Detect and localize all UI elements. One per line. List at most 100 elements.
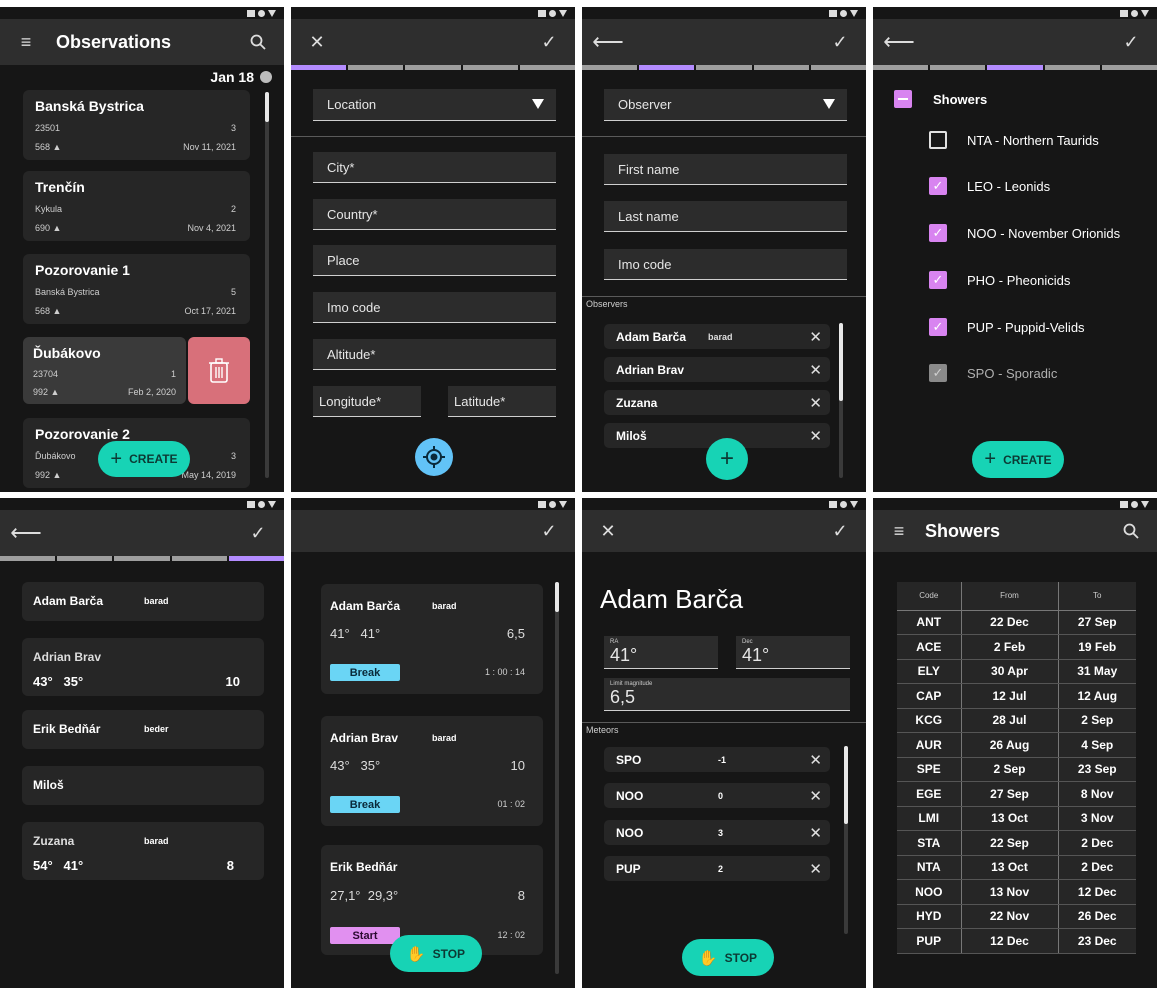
observer-name: Miloš [33,778,64,792]
dec-field[interactable]: Dec 41° [736,636,850,669]
list-item[interactable]: Trenčín Kykula 2 690 ▲ Nov 4, 2021 [23,171,250,241]
table-row[interactable]: ANT 22 Dec 27 Sep [897,610,1136,635]
back-arrow-icon[interactable]: ⟵ [10,520,42,545]
ra-field[interactable]: RA 41° [604,636,718,669]
close-icon[interactable]: ✕ [596,519,620,543]
gps-locate-button[interactable] [415,438,453,476]
scrollbar[interactable] [555,582,559,974]
check-icon[interactable]: ✓ [1119,30,1143,54]
place-field[interactable]: Place [313,245,556,276]
observer-card[interactable]: Zuzana barad 54° 41° 8 [22,822,264,880]
observer-card[interactable]: Miloš [22,766,264,805]
list-item[interactable]: Pozorovanie 1 Banská Bystrica 5 568 ▲ Oc… [23,254,250,324]
check-icon[interactable]: ✓ [828,30,852,54]
latitude-field[interactable]: Latitude* [448,386,556,417]
scrollbar[interactable] [844,746,848,934]
limit-magnitude-field[interactable]: Limit magnitude 6,5 [604,678,850,711]
table-row[interactable]: CAP 12 Jul 12 Aug [897,683,1136,709]
shower-checkbox[interactable]: ✓ [929,318,947,336]
scrollbar[interactable] [265,92,269,478]
create-button[interactable]: + CREATE [972,441,1064,478]
altitude-field[interactable]: Altitude* [313,339,556,370]
meteor-row[interactable]: PUP 2 ✕ [604,856,830,881]
break-button[interactable]: Break [330,796,400,813]
stop-button[interactable]: ✋ STOP [390,935,482,972]
mountain-icon: ▲ [52,470,62,480]
observer-row[interactable]: Adam Barča barad ✕ [604,324,830,349]
table-row[interactable]: PUP 12 Dec 23 Dec [897,928,1136,954]
remove-icon[interactable]: ✕ [809,787,822,805]
remove-icon[interactable]: ✕ [809,824,822,842]
meteor-row[interactable]: NOO 3 ✕ [604,820,830,845]
location-dropdown[interactable]: Location [313,89,556,121]
table-row[interactable]: SPE 2 Sep 23 Sep [897,757,1136,782]
table-row[interactable]: LMI 13 Oct 3 Nov [897,806,1136,831]
table-row[interactable]: EGE 27 Sep 8 Nov [897,781,1136,807]
meteor-row[interactable]: SPO -1 ✕ [604,747,830,772]
search-icon[interactable] [246,30,270,54]
showers-group-checkbox[interactable] [894,90,912,108]
table-row[interactable]: NTA 13 Oct 2 Dec [897,855,1136,880]
menu-icon[interactable]: ≡ [14,30,38,54]
check-icon[interactable]: ✓ [537,30,561,54]
observer-card[interactable]: Adam Barča barad [22,582,264,621]
menu-icon[interactable]: ≡ [887,519,911,543]
city-field[interactable]: City* [313,152,556,183]
scrollbar[interactable] [839,323,843,478]
shower-checkbox[interactable]: ✓ [929,177,947,195]
table-row[interactable]: STA 22 Sep 2 Dec [897,830,1136,856]
cell-code: HYD [897,904,962,929]
timer-value: 01 : 02 [497,799,525,809]
list-item[interactable]: Banská Bystrica 23501 3 568 ▲ Nov 11, 20… [23,90,250,160]
back-arrow-icon[interactable]: ⟵ [592,29,624,54]
first-name-field[interactable]: First name [604,154,847,185]
add-observer-button[interactable]: + [706,438,748,480]
shower-checkbox[interactable]: ✓ [929,271,947,289]
observer-value: 10 [510,758,525,773]
remove-icon[interactable]: ✕ [809,361,822,379]
create-button[interactable]: + CREATE [98,441,190,477]
item-date: May 14, 2019 [181,470,236,480]
remove-icon[interactable]: ✕ [809,751,822,769]
imo-code-field[interactable]: Imo code [604,249,847,280]
table-row[interactable]: ACE 2 Feb 19 Feb [897,634,1136,660]
longitude-field[interactable]: Longitude* [313,386,421,417]
shower-checkbox[interactable]: ✓ [929,224,947,242]
table-row[interactable]: HYD 22 Nov 26 Dec [897,904,1136,929]
delete-button[interactable] [188,337,250,404]
table-row[interactable]: KCG 28 Jul 2 Sep [897,708,1136,733]
last-name-field[interactable]: Last name [604,201,847,232]
observer-timer-card[interactable]: Adrian Brav barad 43° 35° 10 Break 01 : … [321,716,543,826]
hand-stop-icon: ✋ [698,949,718,967]
meteor-row[interactable]: NOO 0 ✕ [604,783,830,808]
observer-dropdown[interactable]: Observer [604,89,847,121]
search-icon[interactable] [1119,519,1143,543]
observer-card[interactable]: Erik Bedňár beder [22,710,264,749]
break-button[interactable]: Break [330,664,400,681]
table-row[interactable]: ELY 30 Apr 31 May [897,659,1136,684]
divider [582,296,866,297]
observer-timer-card[interactable]: Adam Barča barad 41° 41° 6,5 Break 1 : 0… [321,584,543,694]
list-item-swiped[interactable]: Ďubákovo 23704 1 992 ▲ Feb 2, 2020 [23,337,186,404]
remove-icon[interactable]: ✕ [809,860,822,878]
observer-card[interactable]: Adrian Brav 43° 35° 10 [22,638,264,696]
stop-button[interactable]: ✋ STOP [682,939,774,976]
start-button[interactable]: Start [330,927,400,944]
check-icon[interactable]: ✓ [828,519,852,543]
observer-row[interactable]: Zuzana ✕ [604,390,830,415]
table-row[interactable]: NOO 13 Nov 12 Dec [897,879,1136,905]
observer-row[interactable]: Adrian Brav ✕ [604,357,830,382]
check-icon[interactable]: ✓ [537,519,561,543]
table-row[interactable]: AUR 26 Aug 4 Sep [897,732,1136,758]
status-bar [582,7,866,19]
country-field[interactable]: Country* [313,199,556,230]
item-alt: 568 ▲ [35,306,61,316]
remove-icon[interactable]: ✕ [809,394,822,412]
check-icon[interactable]: ✓ [246,521,270,545]
remove-icon[interactable]: ✕ [809,427,822,445]
remove-icon[interactable]: ✕ [809,328,822,346]
back-arrow-icon[interactable]: ⟵ [883,29,915,54]
imo-code-field[interactable]: Imo code [313,292,556,323]
close-icon[interactable]: ✕ [305,30,329,54]
shower-checkbox[interactable] [929,131,947,149]
